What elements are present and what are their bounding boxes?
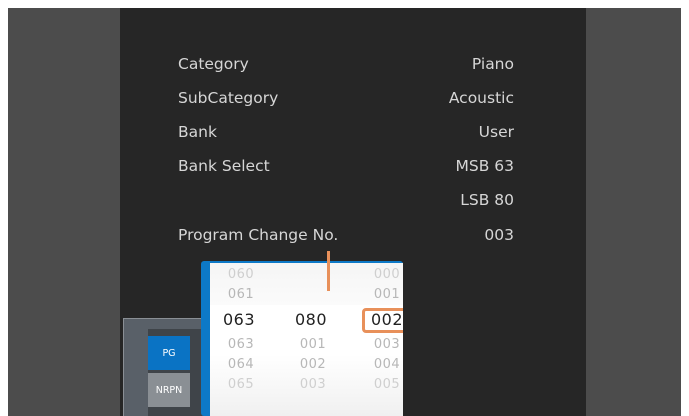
- tab-nrpn[interactable]: NRPN: [148, 373, 190, 407]
- category-label: Category: [178, 55, 249, 73]
- subcategory-value: Acoustic: [448, 89, 514, 107]
- picker-col2-item[interactable]: 001: [288, 337, 338, 352]
- callout-line: [327, 251, 330, 291]
- subcategory-label: SubCategory: [178, 89, 279, 107]
- picker-col1-item[interactable]: 064: [216, 357, 266, 372]
- picker-col2-item[interactable]: 002: [288, 357, 338, 372]
- picker-col1-item[interactable]: 060: [216, 267, 266, 282]
- category-value: Piano: [471, 55, 514, 73]
- value-scroll-picker[interactable]: 060 061 063 063 064 065 080 001 002 003 …: [201, 261, 403, 416]
- screen-frame: Category Piano SubCategory Acoustic Bank…: [8, 8, 681, 416]
- picker-col1-item[interactable]: 061: [216, 287, 266, 302]
- picker-col2-item[interactable]: 003: [288, 377, 338, 392]
- bank-label: Bank: [178, 123, 217, 141]
- program-change-value[interactable]: 003: [484, 226, 514, 244]
- bank-select-msb-value: MSB 63: [455, 157, 515, 175]
- program-change-label: Program Change No.: [178, 226, 339, 244]
- selection-highlight-box: [362, 308, 403, 333]
- picker-col2-selected[interactable]: 080: [286, 310, 336, 329]
- picker-col3-item[interactable]: 004: [362, 357, 403, 372]
- bank-value: User: [478, 123, 514, 141]
- tab-pg[interactable]: PG: [148, 336, 190, 370]
- picker-body: 060 061 063 063 064 065 080 001 002 003 …: [210, 263, 403, 416]
- bank-select-label: Bank Select: [178, 157, 270, 175]
- picker-col3-item[interactable]: 003: [362, 337, 403, 352]
- picker-col3-item[interactable]: 001: [362, 287, 403, 302]
- picker-col3-item[interactable]: 005: [362, 377, 403, 392]
- picker-col1-item[interactable]: 063: [216, 337, 266, 352]
- picker-col1-selected[interactable]: 063: [214, 310, 264, 329]
- picker-col1-item[interactable]: 065: [216, 377, 266, 392]
- bank-select-lsb-value: LSB 80: [460, 191, 514, 209]
- picker-col3-item[interactable]: 000: [362, 267, 403, 282]
